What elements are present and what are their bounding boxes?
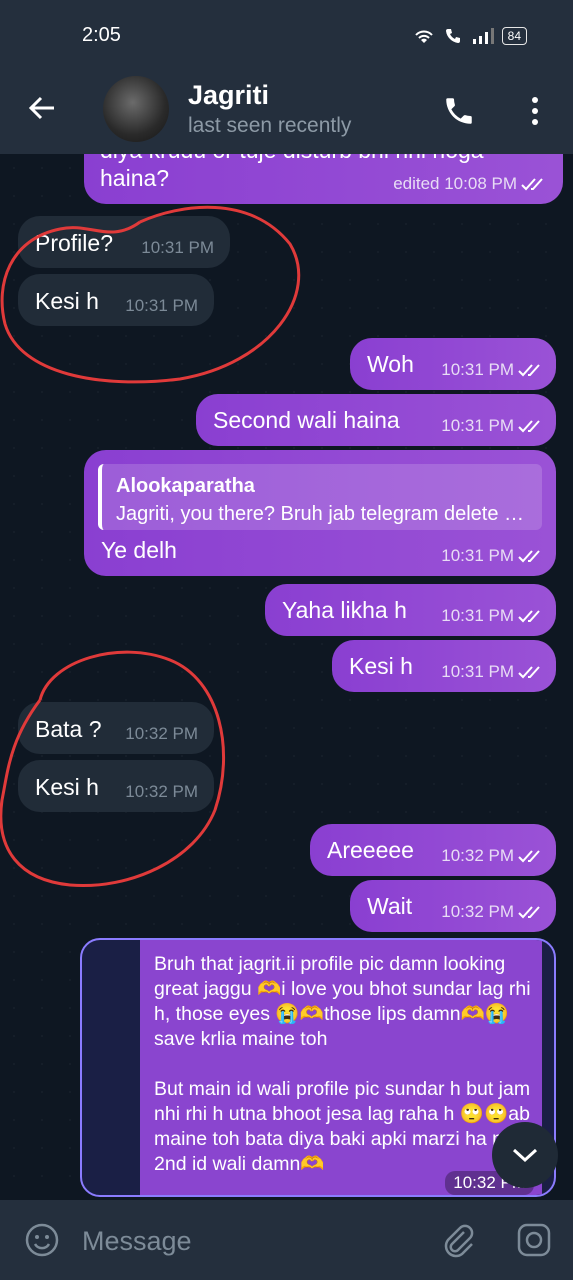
- message-meta: 10:31 PM: [441, 658, 544, 686]
- phone-icon[interactable]: [442, 94, 476, 128]
- contact-name[interactable]: Jagriti: [188, 80, 269, 111]
- message-text: Profile?: [35, 230, 113, 256]
- message-bubble-outgoing[interactable]: Woh 10:31 PM: [350, 338, 556, 390]
- message-text: Second wali haina: [213, 407, 400, 433]
- message-meta: 10:32 PM: [125, 778, 198, 806]
- wifi-icon: [414, 30, 433, 43]
- message-time: 10:31 PM: [441, 606, 514, 625]
- avatar[interactable]: [103, 76, 169, 142]
- message-input-bar: [0, 1200, 573, 1280]
- message-time: 10:31 PM: [441, 360, 514, 379]
- message-meta: 10:31 PM: [441, 356, 544, 384]
- back-arrow-icon[interactable]: [26, 92, 58, 124]
- message-bubble-outgoing-reply[interactable]: Alookaparatha Jagriti, you there? Bruh j…: [84, 450, 556, 576]
- message-text: Kesi h: [349, 653, 413, 679]
- message-bubble-incoming[interactable]: Profile? 10:31 PM: [18, 216, 230, 268]
- reply-quote[interactable]: Alookaparatha Jagriti, you there? Bruh j…: [98, 464, 542, 530]
- image-message[interactable]: Bruh that jagrit.ii profile pic damn loo…: [80, 938, 556, 1197]
- status-bar: 2:05 84: [0, 0, 573, 72]
- battery-indicator: 84: [501, 27, 527, 45]
- screenshot-content: Bruh that jagrit.ii profile pic damn loo…: [140, 940, 542, 1195]
- signal-icon: [472, 28, 494, 44]
- message-time: 10:31 PM: [441, 416, 514, 435]
- message-bubble-outgoing[interactable]: Yaha likha h 10:31 PM: [265, 584, 556, 636]
- message-bubble-outgoing[interactable]: Areeeee 10:32 PM: [310, 824, 556, 876]
- last-seen-status: last seen recently: [188, 114, 352, 137]
- double-check-icon: [518, 550, 540, 563]
- camera-icon[interactable]: [516, 1222, 552, 1258]
- chat-header: Jagriti last seen recently: [0, 72, 573, 154]
- message-text: Yaha likha h: [282, 597, 407, 623]
- scroll-to-bottom-button[interactable]: [492, 1122, 558, 1188]
- message-time: 10:32 PM: [441, 846, 514, 865]
- reply-snippet: Jagriti, you there? Bruh jab telegram de…: [116, 503, 526, 525]
- more-options-icon[interactable]: [524, 94, 546, 128]
- emoji-icon[interactable]: [24, 1222, 60, 1258]
- attach-icon[interactable]: [440, 1222, 476, 1258]
- status-icons: 84: [412, 26, 527, 46]
- message-meta: 10:32 PM: [441, 842, 544, 870]
- message-text: Kesi h: [35, 774, 99, 800]
- message-time: 10:31 PM: [441, 662, 514, 681]
- message-text: Ye delh: [101, 537, 177, 563]
- message-time: 10:32 PM: [125, 782, 198, 801]
- message-meta: 10:31 PM: [441, 602, 544, 630]
- message-meta: 10:32 PM: [125, 720, 198, 748]
- message-time: 10:32 PM: [125, 724, 198, 743]
- message-text: Bata ?: [35, 716, 102, 742]
- message-meta: 10:31 PM: [125, 292, 198, 320]
- message-input[interactable]: [80, 1220, 424, 1262]
- message-bubble-outgoing[interactable]: Kesi h 10:31 PM: [332, 640, 556, 692]
- message-meta: 10:31 PM: [141, 234, 214, 262]
- double-check-icon: [518, 420, 540, 433]
- message-text: Kesi h: [35, 288, 99, 314]
- reply-author: Alookaparatha: [116, 475, 255, 497]
- chevron-down-icon: [512, 1148, 538, 1163]
- double-check-icon: [518, 610, 540, 623]
- message-meta: 10:31 PM: [441, 412, 544, 440]
- message-meta: 10:31 PM: [441, 542, 544, 570]
- message-meta: 10:32 PM: [441, 898, 544, 926]
- double-check-icon: [518, 850, 540, 863]
- message-bubble-outgoing[interactable]: Second wali haina 10:31 PM: [196, 394, 556, 446]
- double-check-icon: [518, 666, 540, 679]
- message-time: 10:31 PM: [141, 238, 214, 257]
- message-bubble-incoming[interactable]: Kesi h 10:31 PM: [18, 274, 214, 326]
- double-check-icon: [518, 364, 540, 377]
- chat-area[interactable]: diya krudu or tuje disturb bhi nhi hoga …: [0, 154, 573, 1200]
- double-check-icon: [518, 906, 540, 919]
- message-text: Wait: [367, 893, 413, 919]
- screenshot-text: Bruh that jagrit.ii profile pic damn loo…: [154, 953, 531, 1175]
- status-time: 2:05: [82, 24, 121, 46]
- message-bubble-incoming[interactable]: Kesi h 10:32 PM: [18, 760, 214, 812]
- message-bubble-outgoing[interactable]: Wait 10:32 PM: [350, 880, 556, 932]
- message-time: edited 10:08 PM: [393, 174, 517, 193]
- call-status-icon: [445, 29, 460, 43]
- message-text: Woh: [367, 351, 414, 377]
- message-text: Areeeee: [327, 837, 414, 863]
- message-time: 10:32 PM: [441, 902, 514, 921]
- message-time: 10:31 PM: [441, 546, 514, 565]
- double-check-icon: [521, 178, 543, 191]
- message-meta: edited 10:08 PM: [393, 170, 547, 198]
- message-time: 10:31 PM: [125, 296, 198, 315]
- message-bubble-incoming[interactable]: Bata ? 10:32 PM: [18, 702, 214, 754]
- message-bubble-outgoing[interactable]: diya krudu or tuje disturb bhi nhi hoga …: [84, 154, 563, 204]
